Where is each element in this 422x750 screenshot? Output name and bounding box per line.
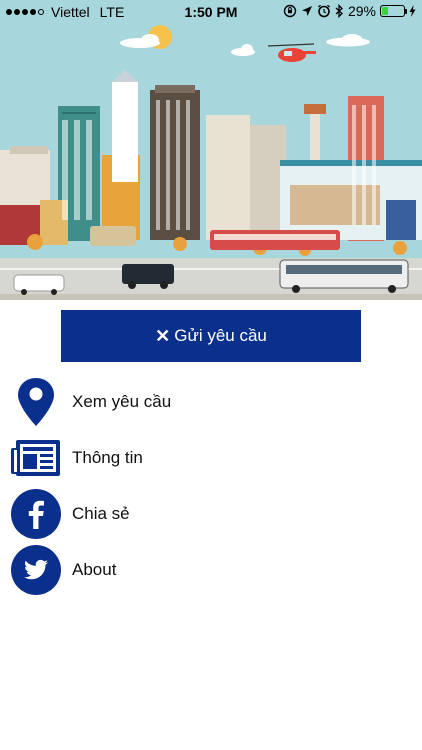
newspaper-icon <box>10 432 62 484</box>
van-icon <box>90 226 136 246</box>
menu-item-label: About <box>72 560 117 579</box>
menu-item-info[interactable]: Thông tin <box>0 430 422 486</box>
location-arrow-icon <box>301 6 312 16</box>
tools-icon: ✕ <box>155 325 171 346</box>
menu-item-label: Chia sẻ <box>72 504 130 523</box>
rotation-lock-icon <box>283 4 297 18</box>
battery-icon <box>380 5 407 17</box>
send-request-button[interactable]: ✕ Gửi yêu cầu <box>61 310 361 362</box>
battery-level <box>382 7 389 15</box>
facebook-icon <box>10 488 62 540</box>
menu-item-label: Xem yêu cầu <box>72 392 172 411</box>
twitter-icon <box>10 544 62 596</box>
status-right: 29% <box>283 3 416 19</box>
status-bar: Viettel LTE 1:50 PM 29% <box>0 0 422 24</box>
menu-item-view-requests[interactable]: Xem yêu cầu <box>0 374 422 430</box>
car-icon <box>13 274 65 292</box>
charging-bolt-icon <box>409 5 416 17</box>
city-illustration <box>0 0 422 300</box>
bluetooth-icon <box>335 4 343 18</box>
menu-item-share[interactable]: Chia sẻ <box>0 486 422 542</box>
location-pin-icon <box>10 376 62 428</box>
suv-icon <box>122 264 174 284</box>
menu-item-label: Thông tin <box>72 448 143 467</box>
battery-percent: 29% <box>347 3 376 19</box>
menu-item-about[interactable]: About <box>0 542 422 598</box>
city-skyline-image <box>0 0 422 300</box>
alarm-icon <box>318 4 330 18</box>
send-request-label: Gửi yêu cầu <box>174 326 267 345</box>
